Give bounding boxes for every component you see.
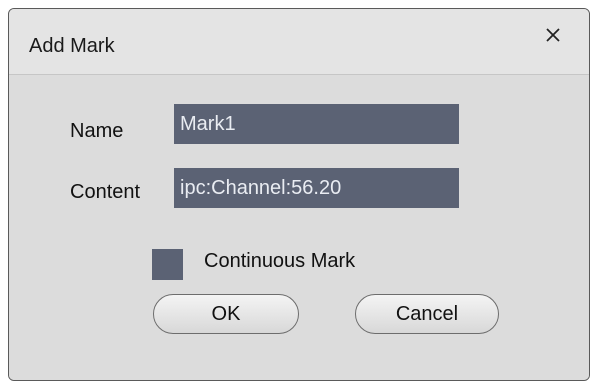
ok-button[interactable]: OK	[153, 294, 299, 334]
continuous-mark-checkbox[interactable]	[152, 249, 183, 280]
name-label: Name	[70, 120, 124, 142]
content-label: Content	[70, 181, 141, 203]
dialog-title: Add Mark	[29, 35, 115, 57]
dialog-titlebar[interactable]: Add Mark	[9, 9, 589, 75]
continuous-mark-label: Continuous Mark	[204, 250, 356, 272]
close-button[interactable]	[535, 17, 571, 53]
content-field[interactable]	[174, 168, 459, 208]
add-mark-dialog: Add Mark Name Content Continuous Mark OK…	[8, 8, 590, 381]
close-icon	[546, 28, 560, 42]
name-field[interactable]	[174, 104, 459, 144]
cancel-button[interactable]: Cancel	[355, 294, 499, 334]
